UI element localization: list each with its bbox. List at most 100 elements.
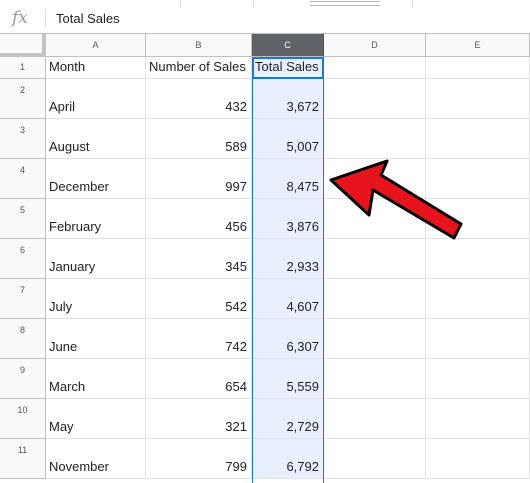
row-header-6[interactable]: 6 [0,239,46,279]
cell-value: 5,007 [286,139,319,154]
cell-number-of-sales[interactable]: 589 [146,119,252,159]
cell-month[interactable]: Month [46,57,146,79]
cell-value: 6,307 [286,339,319,354]
cell-month[interactable]: May [46,399,146,439]
name-box-remnant [180,0,254,8]
cell-number-of-sales[interactable]: 321 [146,399,252,439]
cell-empty-d[interactable] [324,79,426,119]
cell-value: 2,933 [286,259,319,274]
cell-total-sales[interactable]: 5,559 [252,359,324,399]
cell-value: January [49,259,96,274]
cell-month[interactable]: November [46,439,146,479]
cell-total-sales[interactable]: 5,007 [252,119,324,159]
column-header-e[interactable]: E [426,34,530,57]
cell-total-sales[interactable]: 4,607 [252,279,324,319]
row-header-8[interactable]: 8 [0,319,46,359]
cell-value: 321 [225,419,247,434]
cell-number-of-sales[interactable]: 997 [146,159,252,199]
row-header-5[interactable]: 5 [0,199,46,239]
column-header-b[interactable]: B [146,34,252,57]
cell-month[interactable]: June [46,319,146,359]
cell-empty-d[interactable] [324,119,426,159]
cell-value: July [49,299,73,314]
cell-month[interactable]: August [46,119,146,159]
cell-value: May [49,419,74,434]
cell-empty-d[interactable] [324,57,426,79]
column-header-c[interactable]: C [252,34,324,57]
cell-total-sales[interactable]: 8,475 [252,159,324,199]
cell-number-of-sales[interactable]: 456 [146,199,252,239]
cell-value: June [49,339,78,354]
cell-value: 3,672 [286,99,319,114]
spreadsheet-grid: ABCDE 1 Month Number of Sales Total Sales 2 A… [0,34,530,483]
row-header-4[interactable]: 4 [0,159,46,199]
cell-total-sales[interactable]: Total Sales [252,57,324,79]
cell-value: February [49,219,102,234]
cell-month[interactable]: January [46,239,146,279]
cell-month[interactable]: April [46,79,146,119]
cell-value: 3,876 [286,219,319,234]
cell-total-sales[interactable]: 2,729 [252,399,324,439]
cell-empty-e[interactable] [426,239,530,279]
row-header-2[interactable]: 2 [0,79,46,119]
row-header-7[interactable]: 7 [0,279,46,319]
formula-input[interactable]: Total Sales [56,11,120,26]
cell-total-sales[interactable]: 6,792 [252,439,324,479]
cell-month[interactable]: February [46,199,146,239]
row-header-9[interactable]: 9 [0,359,46,399]
cell-number-of-sales[interactable]: Number of Sales [146,57,252,79]
cell-value: 456 [225,219,247,234]
cell-number-of-sales[interactable]: 654 [146,359,252,399]
cell-value: 799 [225,459,247,474]
annotation-arrow-icon [329,159,463,240]
cell-total-sales[interactable]: 3,876 [252,199,324,239]
cell-number-of-sales[interactable]: 345 [146,239,252,279]
formula-bar: fx Total Sales [0,0,530,34]
cell-value: 8,475 [286,179,319,194]
cell-value: Total Sales [255,59,319,74]
cell-value: April [49,99,76,114]
row-header-3[interactable]: 3 [0,119,46,159]
cell-empty-d[interactable] [324,239,426,279]
cell-empty-d[interactable] [324,439,426,479]
cell-empty-d[interactable] [324,279,426,319]
cell-value: March [49,379,86,394]
cell-number-of-sales[interactable]: 542 [146,279,252,319]
cell-value: 432 [225,99,247,114]
cell-number-of-sales[interactable]: 432 [146,79,252,119]
cell-total-sales[interactable]: 6,307 [252,319,324,359]
cell-empty-e[interactable] [426,359,530,399]
cell-month[interactable]: December [46,159,146,199]
column-header-d[interactable]: D [324,34,426,57]
cell-value: 2,729 [286,419,319,434]
cell-value: 6,792 [286,459,319,474]
row-header-1[interactable]: 1 [0,57,46,79]
cell-empty-e[interactable] [426,57,530,79]
cell-empty-e[interactable] [426,439,530,479]
cell-number-of-sales[interactable]: 799 [146,439,252,479]
cell-empty-e[interactable] [426,279,530,319]
cell-value: December [49,179,109,194]
cell-value: August [49,139,90,154]
select-all-corner[interactable] [0,34,46,57]
cell-total-sales[interactable]: 3,672 [252,79,324,119]
cell-empty-e[interactable] [426,319,530,359]
cell-number-of-sales[interactable]: 742 [146,319,252,359]
formula-bar-divider [45,9,46,27]
cell-value: November [49,459,109,474]
row-header-10[interactable]: 10 [0,399,46,439]
column-header-a[interactable]: A [46,34,146,57]
row-header-11[interactable]: 11 [0,439,46,479]
cell-empty-d[interactable] [324,399,426,439]
cell-total-sales[interactable]: 2,933 [252,239,324,279]
cell-value: 589 [225,139,247,154]
cell-empty-e[interactable] [426,79,530,119]
cell-empty-d[interactable] [324,319,426,359]
cell-value: 654 [225,379,247,394]
fx-icon: fx [12,8,28,28]
cell-empty-e[interactable] [426,119,530,159]
cell-month[interactable]: July [46,279,146,319]
cell-empty-e[interactable] [426,399,530,439]
cell-month[interactable]: March [46,359,146,399]
cell-empty-d[interactable] [324,359,426,399]
